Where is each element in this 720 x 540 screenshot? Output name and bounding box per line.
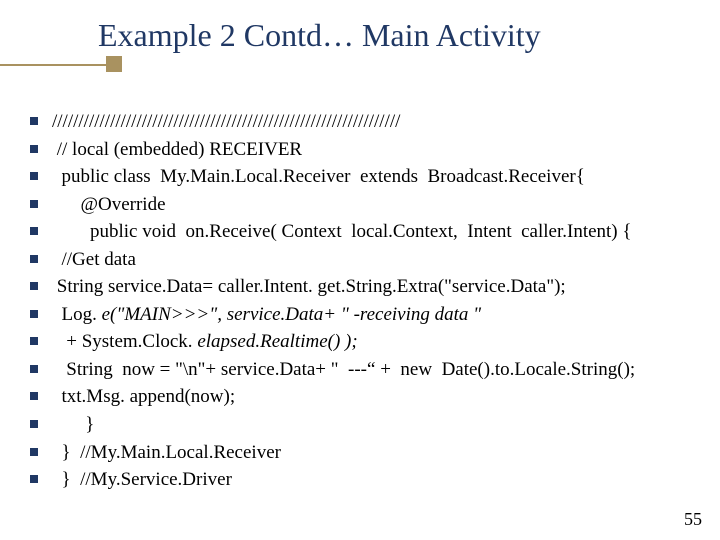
bullet-icon (30, 117, 38, 125)
list-item-text: + System.Clock. elapsed.Realtime() ); (52, 328, 700, 356)
list-item: public class My.Main.Local.Receiver exte… (30, 163, 700, 191)
list-item-text: } (52, 411, 700, 439)
bullet-icon (30, 392, 38, 400)
list-item-text: //Get data (52, 246, 700, 274)
bullet-icon (30, 145, 38, 153)
accent-square (106, 56, 122, 72)
list-item: String now = "\n"+ service.Data+ " ---“ … (30, 356, 700, 384)
list-item: // local (embedded) RECEIVER (30, 136, 700, 164)
list-item-text: Log. e("MAIN>>>", service.Data+ " -recei… (52, 301, 700, 329)
list-item: txt.Msg. append(now); (30, 383, 700, 411)
list-item: Log. e("MAIN>>>", service.Data+ " -recei… (30, 301, 700, 329)
list-item-text: String now = "\n"+ service.Data+ " ---“ … (52, 356, 700, 384)
list-item-text: public void on.Receive( Context local.Co… (52, 218, 700, 246)
slide-title: Example 2 Contd… Main Activity (98, 18, 541, 53)
bullet-icon (30, 420, 38, 428)
slide: Example 2 Contd… Main Activity /////////… (0, 0, 720, 540)
list-item-text: public class My.Main.Local.Receiver exte… (52, 163, 700, 191)
list-item-text: // local (embedded) RECEIVER (52, 136, 700, 164)
list-item: @Override (30, 191, 700, 219)
page-number: 55 (684, 509, 702, 530)
list-item-text: String service.Data= caller.Intent. get.… (52, 273, 700, 301)
list-item-text: } //My.Main.Local.Receiver (52, 439, 700, 467)
bullet-icon (30, 282, 38, 290)
list-item: ////////////////////////////////////////… (30, 108, 700, 136)
bullet-icon (30, 255, 38, 263)
bullet-icon (30, 448, 38, 456)
list-item: } //My.Main.Local.Receiver (30, 439, 700, 467)
list-item: //Get data (30, 246, 700, 274)
list-item: } (30, 411, 700, 439)
bullet-icon (30, 172, 38, 180)
list-item: String service.Data= caller.Intent. get.… (30, 273, 700, 301)
list-item: } //My.Service.Driver (30, 466, 700, 494)
slide-body: ////////////////////////////////////////… (30, 108, 700, 494)
list-item-text: @Override (52, 191, 700, 219)
bullet-icon (30, 310, 38, 318)
list-item: + System.Clock. elapsed.Realtime() ); (30, 328, 700, 356)
bullet-icon (30, 200, 38, 208)
list-item-text: } //My.Service.Driver (52, 466, 700, 494)
bullet-icon (30, 475, 38, 483)
bullet-icon (30, 227, 38, 235)
list-item-text: ////////////////////////////////////////… (52, 108, 700, 136)
bullet-icon (30, 365, 38, 373)
list-item-text: txt.Msg. append(now); (52, 383, 700, 411)
list-item: public void on.Receive( Context local.Co… (30, 218, 700, 246)
accent-line (0, 64, 106, 66)
bullet-icon (30, 337, 38, 345)
